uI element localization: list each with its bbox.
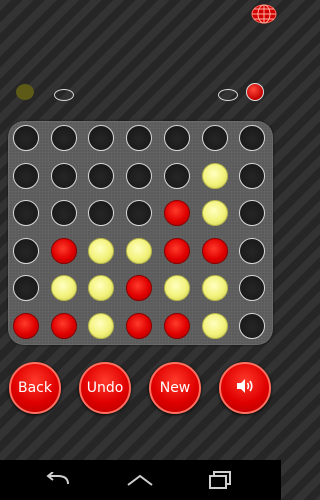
board-cell-yellow[interactable] — [88, 237, 115, 264]
board-cell-yellow[interactable] — [163, 275, 190, 302]
board-cell-empty[interactable] — [126, 125, 153, 151]
board-cell-red[interactable] — [126, 313, 153, 339]
board-cell-empty[interactable] — [50, 125, 77, 151]
back-button-label: Back — [18, 380, 52, 396]
board-cell-empty[interactable] — [126, 200, 153, 227]
board-cell-empty[interactable] — [126, 162, 153, 189]
board-cell-empty[interactable] — [239, 162, 266, 189]
board-cell-empty[interactable] — [239, 200, 266, 227]
board-cell-empty[interactable] — [13, 200, 39, 227]
board-cell-empty[interactable] — [13, 275, 39, 302]
board-cell-empty[interactable] — [163, 162, 190, 189]
board-cell-yellow[interactable] — [88, 313, 115, 339]
undo-button[interactable]: Undo — [79, 362, 131, 414]
board-cell-empty[interactable] — [88, 200, 115, 227]
new-button-label: New — [159, 380, 191, 396]
board-cell-yellow[interactable] — [50, 275, 77, 302]
board-cell-empty[interactable] — [239, 313, 266, 339]
player-red-turn-ring — [218, 89, 238, 101]
system-navigation-bar — [0, 460, 281, 500]
board-cell-empty[interactable] — [13, 125, 39, 151]
board-cell-yellow[interactable] — [201, 162, 228, 189]
board-cell-empty[interactable] — [13, 237, 39, 264]
nav-home-icon[interactable] — [120, 468, 160, 492]
board-cell-empty[interactable] — [13, 162, 39, 189]
board-cell-yellow[interactable] — [201, 275, 228, 302]
board-cell-red[interactable] — [163, 313, 190, 339]
board-cell-red[interactable] — [201, 237, 228, 264]
board-cell-empty[interactable] — [88, 162, 115, 189]
new-game-button[interactable]: New — [149, 362, 201, 414]
board-cell-empty[interactable] — [239, 237, 266, 264]
board-cell-empty[interactable] — [50, 200, 77, 227]
board-cell-yellow[interactable] — [201, 200, 228, 227]
board-cell-empty[interactable] — [239, 275, 266, 302]
board-cell-yellow[interactable] — [126, 237, 153, 264]
player-yellow-turn-ring — [54, 89, 74, 101]
board-cell-empty[interactable] — [88, 125, 115, 151]
game-board[interactable] — [8, 121, 273, 345]
board-cell-yellow[interactable] — [88, 275, 115, 302]
board-cell-empty[interactable] — [163, 125, 190, 151]
player-red-indicator — [246, 83, 264, 101]
board-cell-empty[interactable] — [239, 125, 266, 151]
nav-back-icon[interactable] — [38, 468, 78, 492]
undo-button-label: Undo — [86, 380, 124, 396]
nav-recents-icon[interactable] — [200, 468, 240, 492]
board-cell-red[interactable] — [163, 237, 190, 264]
board-cell-empty[interactable] — [50, 162, 77, 189]
board-cell-red[interactable] — [126, 275, 153, 302]
speaker-icon — [235, 378, 255, 398]
globe-icon[interactable] — [251, 4, 277, 24]
board-cell-red[interactable] — [50, 237, 77, 264]
board-cell-empty[interactable] — [201, 125, 228, 151]
board-cell-yellow[interactable] — [201, 313, 228, 339]
back-button[interactable]: Back — [9, 362, 61, 414]
board-cell-red[interactable] — [13, 313, 39, 339]
board-cell-red[interactable] — [50, 313, 77, 339]
sound-toggle-button[interactable] — [219, 362, 271, 414]
board-cell-red[interactable] — [163, 200, 190, 227]
player-yellow-indicator — [16, 84, 34, 100]
